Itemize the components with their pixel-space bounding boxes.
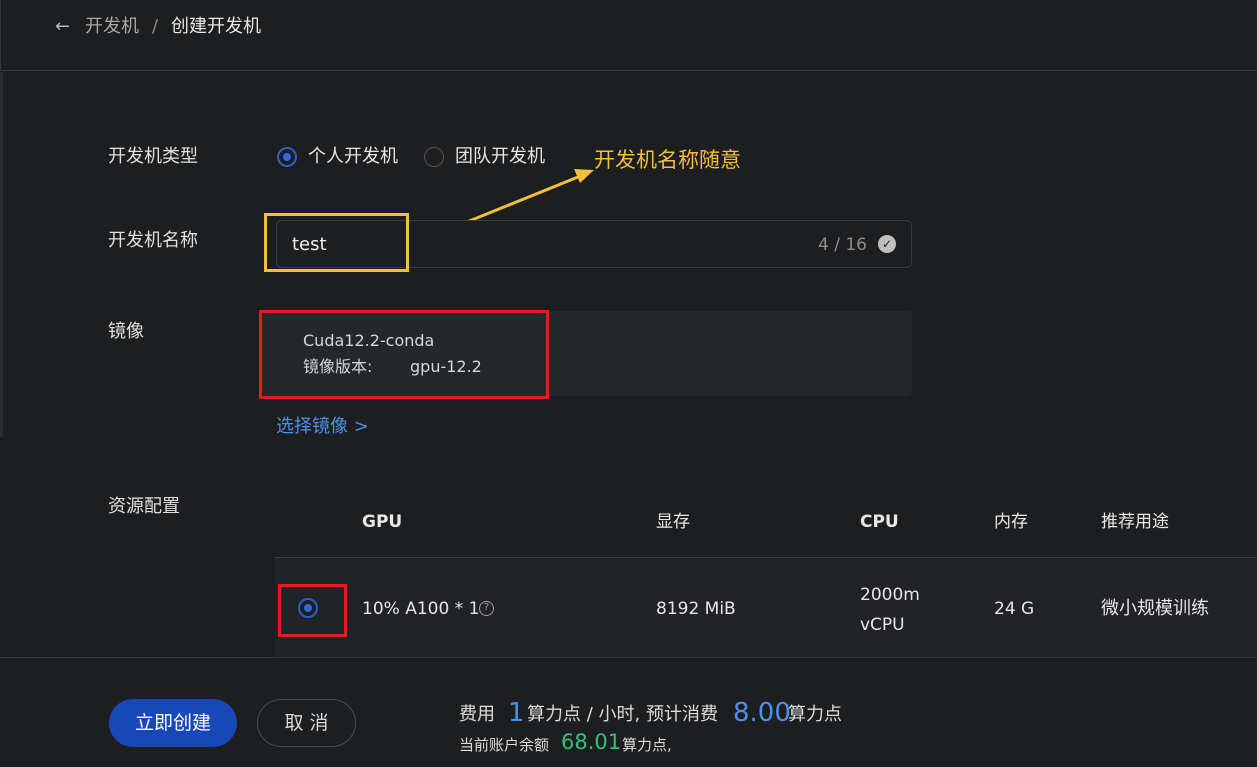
- cell-usage: 微小规模训练: [1101, 598, 1209, 619]
- check-circle-icon: ✓: [878, 235, 896, 253]
- radio-personal-label[interactable]: 个人开发机: [308, 146, 398, 168]
- annotation-highlight-box: [264, 213, 409, 272]
- cell-vram: 8192 MiB: [656, 599, 736, 619]
- resource-label: 资源配置: [108, 496, 180, 517]
- image-label: 镜像: [108, 321, 144, 342]
- question-circle-icon[interactable]: ?: [479, 601, 494, 616]
- type-label: 开发机类型: [108, 146, 198, 167]
- cell-cpu-line1: 2000m: [860, 585, 920, 605]
- breadcrumb-current: 创建开发机: [171, 16, 261, 37]
- fee-prefix: 费用: [459, 704, 495, 725]
- balance-value: 68.01: [561, 730, 622, 754]
- breadcrumb-parent[interactable]: 开发机: [85, 16, 139, 38]
- annotation-red-box-image: [259, 310, 549, 399]
- annotation-red-box-row: [278, 584, 347, 637]
- column-header-usage: 推荐用途: [1101, 512, 1169, 532]
- cell-gpu: 10% A100 * 1: [362, 599, 480, 619]
- balance-prefix: 当前账户余额: [459, 736, 550, 754]
- create-button[interactable]: 立即创建: [109, 699, 237, 747]
- arrow-left-icon[interactable]: ←: [55, 17, 75, 37]
- annotation-text: 开发机名称随意: [594, 148, 741, 172]
- name-label: 开发机名称: [108, 230, 198, 251]
- select-image-link[interactable]: 选择镜像 >: [276, 416, 369, 438]
- fee-unit: 算力点 / 小时, 预计消费: [527, 704, 718, 725]
- balance-unit: 算力点,: [622, 736, 672, 754]
- column-header-ram: 内存: [994, 512, 1028, 532]
- column-header-gpu: GPU: [362, 512, 403, 532]
- page-header: ← 开发机 / 创建开发机: [0, 0, 1257, 71]
- radio-personal[interactable]: [277, 147, 297, 167]
- name-char-counter: 4 / 16: [818, 235, 867, 255]
- column-header-vram: 显存: [656, 512, 690, 532]
- cell-ram: 24 G: [994, 599, 1035, 619]
- radio-team-label[interactable]: 团队开发机: [455, 146, 545, 168]
- breadcrumb-separator: /: [152, 16, 159, 37]
- estimate-unit: 算力点: [788, 704, 842, 725]
- left-frame-edge: [0, 72, 3, 437]
- radio-team[interactable]: [424, 147, 444, 167]
- column-header-cpu: CPU: [860, 512, 899, 532]
- cancel-button[interactable]: 取 消: [257, 699, 356, 747]
- footer-divider: [0, 657, 1257, 658]
- cell-cpu-line2: vCPU: [860, 615, 905, 635]
- fee-value: 1: [508, 698, 525, 728]
- estimate-value: 8.00: [733, 698, 791, 728]
